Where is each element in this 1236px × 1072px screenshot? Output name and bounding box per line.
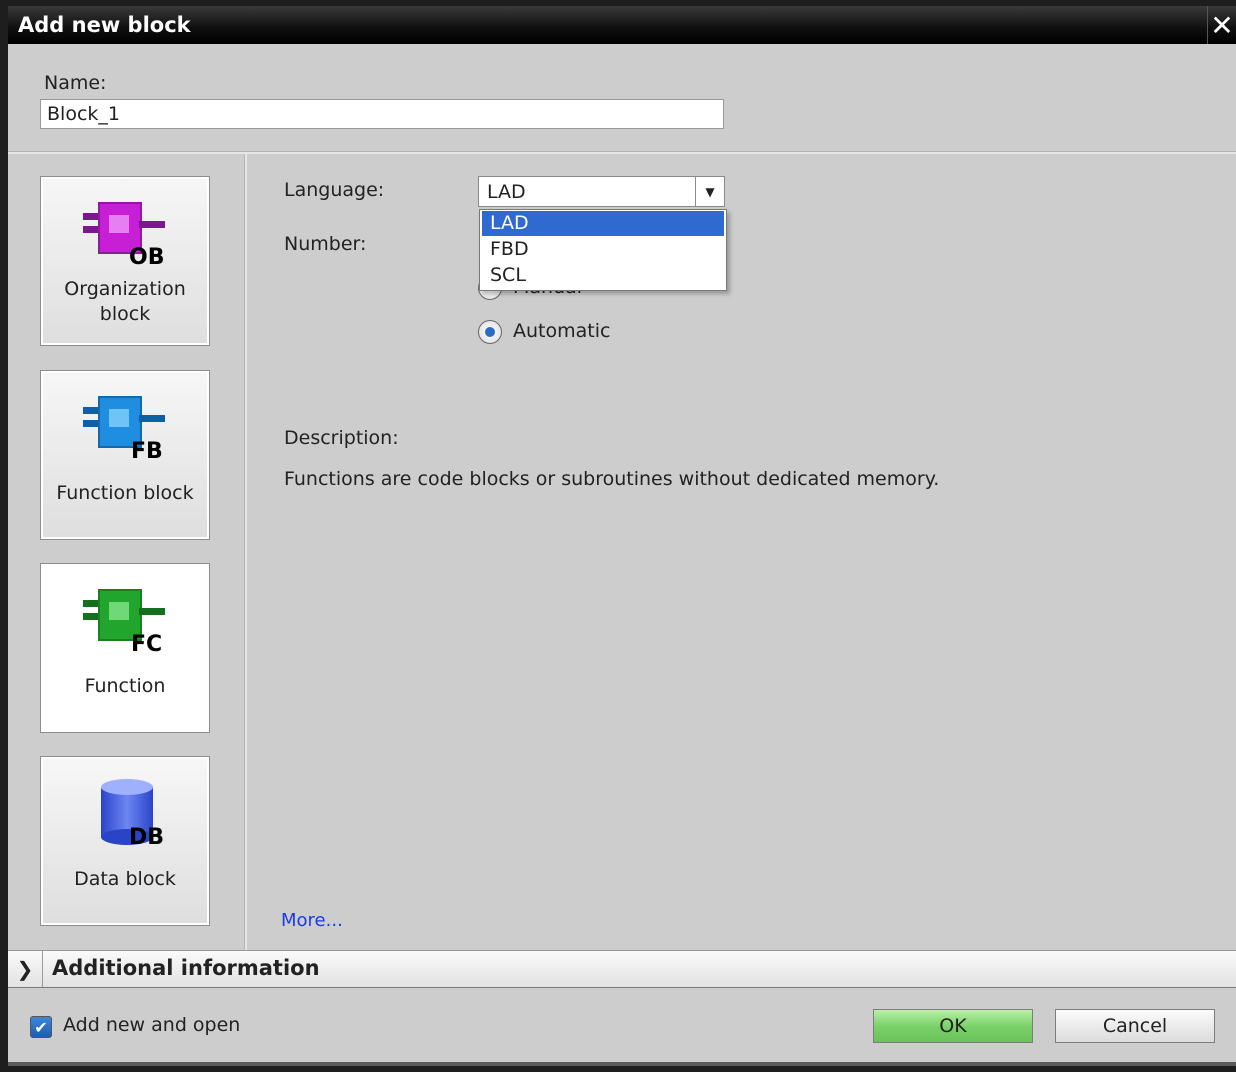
svg-text:OB: OB: [129, 245, 164, 269]
chevron-down-icon[interactable]: ▼: [695, 177, 724, 206]
add-new-and-open-checkbox[interactable]: ✔: [30, 1016, 52, 1038]
number-automatic-radio[interactable]: [478, 320, 502, 344]
organization-block-button[interactable]: OB Organization block: [40, 176, 210, 346]
ok-button[interactable]: OK: [873, 1009, 1033, 1043]
function-button[interactable]: FC Function: [40, 563, 210, 733]
language-option[interactable]: FBD: [482, 237, 724, 262]
organization-block-label: Organization block: [64, 278, 186, 325]
data-block-label: Data block: [74, 868, 176, 890]
number-label: Number:: [284, 233, 367, 255]
add-new-and-open-label: Add new and open: [63, 1014, 241, 1036]
description-label: Description:: [284, 427, 399, 449]
data-block-button[interactable]: DB Data block: [40, 756, 210, 926]
chevron-right-icon[interactable]: ❯: [8, 951, 43, 987]
cancel-button[interactable]: Cancel: [1055, 1009, 1215, 1043]
db-icon: DB: [101, 779, 164, 849]
fc-icon: FC: [83, 589, 165, 656]
name-label: Name:: [44, 72, 107, 94]
fb-icon: FB: [83, 396, 165, 463]
language-option[interactable]: LAD: [482, 211, 724, 236]
svg-text:DB: DB: [129, 825, 164, 849]
language-value: LAD: [487, 181, 526, 203]
title-bar: Add new block ✕: [8, 6, 1236, 44]
svg-text:FB: FB: [131, 439, 163, 463]
divider: [244, 154, 247, 950]
function-label: Function: [84, 675, 166, 697]
additional-information-label: Additional information: [52, 956, 320, 980]
window-title: Add new block: [18, 13, 191, 37]
language-option[interactable]: SCL: [482, 263, 724, 288]
function-block-label: Function block: [56, 482, 194, 504]
language-dropdown-list: LAD FBD SCL: [479, 209, 727, 291]
add-new-block-dialog: Name: OB Organization block FB Function …: [8, 44, 1236, 1066]
additional-information-section[interactable]: ❯ Additional information: [8, 950, 1236, 988]
number-automatic-label: Automatic: [513, 320, 611, 342]
more-link[interactable]: More...: [281, 910, 343, 931]
svg-text:FC: FC: [131, 632, 162, 656]
divider: [8, 151, 1236, 154]
function-block-button[interactable]: FB Function block: [40, 370, 210, 540]
close-icon[interactable]: ✕: [1207, 6, 1236, 44]
description-text: Functions are code blocks or subroutines…: [284, 468, 940, 490]
bottom-border: [8, 1062, 1236, 1066]
name-input[interactable]: [40, 99, 724, 129]
language-select[interactable]: LAD ▼: [478, 176, 725, 207]
ob-icon: OB: [83, 202, 165, 269]
language-label: Language:: [284, 179, 385, 201]
